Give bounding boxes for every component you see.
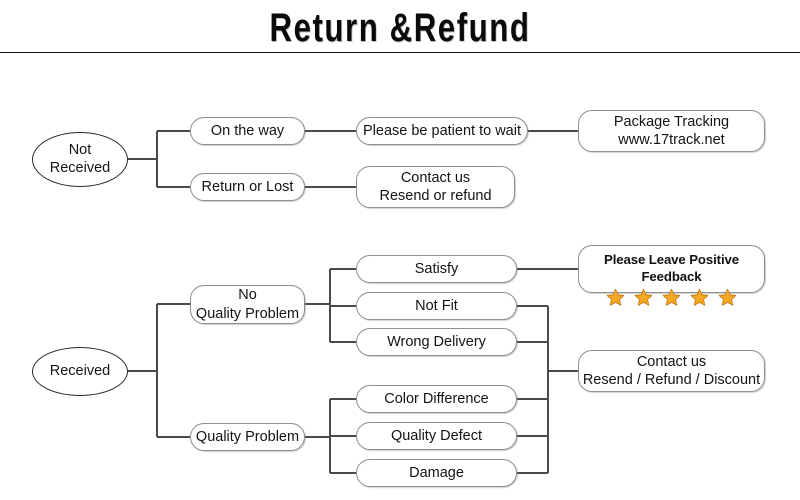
node-be-patient-label: Please be patient to wait	[363, 122, 521, 139]
node-quality-defect-label: Quality Defect	[390, 427, 483, 444]
node-no-quality-problem-line1: No	[238, 287, 257, 304]
node-return-or-lost-label: Return or Lost	[201, 178, 294, 195]
node-contact-resend-or-refund-line1: Contact us	[400, 169, 471, 186]
star-icon[interactable]	[606, 288, 625, 307]
star-icon[interactable]	[690, 288, 709, 307]
node-contact-resend-refund-discount-line1: Contact us	[636, 353, 707, 370]
node-package-tracking-line2: www.17track.net	[618, 132, 725, 148]
node-quality-problem-label: Quality Problem	[195, 428, 300, 445]
node-color-difference-label: Color Difference	[384, 390, 489, 407]
flowchart-page: Return &Refund Not Received Received On …	[0, 0, 800, 500]
node-satisfy[interactable]: Satisfy	[356, 255, 517, 283]
node-wrong-delivery-label: Wrong Delivery	[387, 333, 486, 350]
node-damage[interactable]: Damage	[356, 459, 517, 487]
node-package-tracking-line1: Package Tracking	[613, 113, 730, 130]
node-quality-problem[interactable]: Quality Problem	[190, 423, 305, 451]
node-not-received[interactable]: Not Received	[32, 132, 128, 187]
node-received[interactable]: Received	[32, 347, 128, 396]
node-contact-resend-or-refund[interactable]: Contact us Resend or refund	[356, 166, 515, 208]
node-color-difference[interactable]: Color Difference	[356, 385, 517, 413]
node-be-patient[interactable]: Please be patient to wait	[356, 117, 528, 145]
node-on-the-way-label: On the way	[210, 122, 285, 139]
node-no-quality-problem[interactable]: No Quality Problem	[190, 285, 305, 324]
node-not-fit[interactable]: Not Fit	[356, 292, 517, 320]
node-quality-defect[interactable]: Quality Defect	[356, 422, 517, 450]
star-icon[interactable]	[662, 288, 681, 307]
node-not-fit-label: Not Fit	[415, 297, 458, 314]
node-return-or-lost[interactable]: Return or Lost	[190, 173, 305, 201]
node-satisfy-label: Satisfy	[414, 260, 459, 277]
node-damage-label: Damage	[409, 464, 464, 481]
node-contact-resend-refund-discount-line2: Resend / Refund / Discount	[582, 372, 761, 388]
node-no-quality-problem-line2: Quality Problem	[195, 305, 300, 322]
node-contact-resend-or-refund-line2: Resend or refund	[379, 188, 492, 204]
node-wrong-delivery[interactable]: Wrong Delivery	[356, 328, 517, 356]
star-icon[interactable]	[718, 288, 737, 307]
star-rating[interactable]	[606, 288, 737, 307]
star-icon[interactable]	[634, 288, 653, 307]
node-received-line1: Received	[49, 362, 111, 379]
node-not-received-line2: Received	[49, 159, 111, 176]
feedback-caption: Please Leave Positive Feedback	[604, 252, 739, 284]
node-contact-resend-refund-discount[interactable]: Contact us Resend / Refund / Discount	[578, 350, 765, 392]
node-not-received-line1: Not	[68, 141, 92, 158]
node-positive-feedback[interactable]: Please Leave Positive Feedback	[578, 245, 765, 306]
node-package-tracking[interactable]: Package Tracking www.17track.net	[578, 110, 765, 152]
node-on-the-way[interactable]: On the way	[190, 117, 305, 145]
